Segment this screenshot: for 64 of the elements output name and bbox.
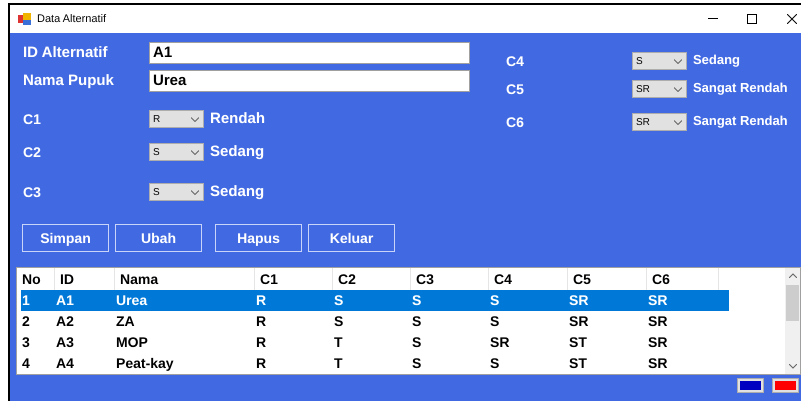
table-cell-text: SR — [489, 333, 510, 352]
combo-box[interactable]: S — [632, 52, 687, 70]
table-cell-text: Peat-kay — [115, 354, 175, 373]
table-cell-text: T — [333, 333, 344, 352]
form-button[interactable]: Hapus — [215, 224, 302, 252]
table-row[interactable]: 1 A1 Urea R S S S SR SR — [21, 290, 729, 311]
table-cell-text: A4 — [55, 354, 75, 373]
table-cell-text: R — [255, 312, 268, 331]
table-cell-text: S — [411, 291, 422, 310]
criterion-label: C4 — [506, 52, 525, 70]
table-cell-text: R — [255, 291, 268, 310]
form-button[interactable]: Keluar — [308, 224, 395, 252]
combo-box[interactable]: S — [149, 143, 204, 161]
table-cell-text: ST — [568, 354, 588, 373]
table-cell-text: 3 — [21, 333, 31, 352]
table-cell-text: A1 — [55, 291, 75, 310]
table-cell-text: 1 — [21, 291, 31, 310]
table-cell-text: S — [333, 291, 344, 310]
table-cell-text: S — [411, 312, 422, 331]
table-cell-text: T — [333, 354, 344, 373]
combo-box[interactable]: R — [149, 110, 204, 128]
table-cell-text: Urea — [115, 291, 148, 310]
criterion-description: Sedang — [693, 50, 740, 69]
text-field[interactable]: A1 — [149, 42, 470, 64]
table-cell-text: S — [411, 354, 422, 373]
table-cell-text: SR — [568, 291, 590, 310]
form-button[interactable]: Simpan — [22, 224, 109, 252]
table-cell-text: ST — [568, 333, 588, 352]
criterion-label: C3 — [23, 182, 42, 202]
combo-box[interactable]: SR — [632, 80, 687, 98]
table-cell-text: S — [489, 354, 500, 373]
table-cell-text: SR — [647, 312, 668, 331]
table-cell-text: S — [489, 312, 500, 331]
criterion-label: C6 — [506, 112, 525, 132]
table-cell-text: 4 — [21, 354, 31, 373]
criterion-label: C2 — [23, 142, 42, 162]
table-cell-text: R — [255, 333, 268, 352]
table-cell-text: SR — [647, 333, 668, 352]
table-cell-text: SR — [647, 354, 668, 373]
table-cell-text: S — [333, 312, 344, 331]
combo-box[interactable]: SR — [632, 113, 687, 131]
field-label: ID Alternatif — [23, 42, 108, 63]
form-button[interactable]: Ubah — [115, 224, 202, 252]
table-cell-text: 2 — [21, 312, 31, 331]
criterion-description: Sedang — [210, 142, 264, 162]
criterion-description: Sangat Rendah — [693, 78, 788, 97]
combo-box[interactable]: S — [149, 183, 204, 201]
table-cell-text: A3 — [55, 333, 75, 352]
table-cell-text: S — [489, 291, 500, 310]
table-cell-text: SR — [647, 291, 668, 310]
table-cell-text: ZA — [115, 312, 136, 331]
criterion-description: Sangat Rendah — [693, 112, 788, 130]
table-cell-text: A2 — [55, 312, 75, 331]
criterion-label: C1 — [23, 110, 42, 128]
field-label: Nama Pupuk — [23, 70, 115, 91]
criterion-description: Sedang — [210, 182, 264, 202]
table-cell-text: R — [255, 354, 268, 373]
table-cell-text: MOP — [115, 333, 149, 352]
criterion-label: C5 — [506, 80, 525, 98]
table-cell-text: S — [411, 333, 422, 352]
table-cell-text: SR — [568, 312, 590, 331]
criterion-description: Rendah — [210, 108, 266, 129]
text-field[interactable]: Urea — [149, 70, 470, 92]
window-title: Data Alternatif — [37, 12, 106, 27]
